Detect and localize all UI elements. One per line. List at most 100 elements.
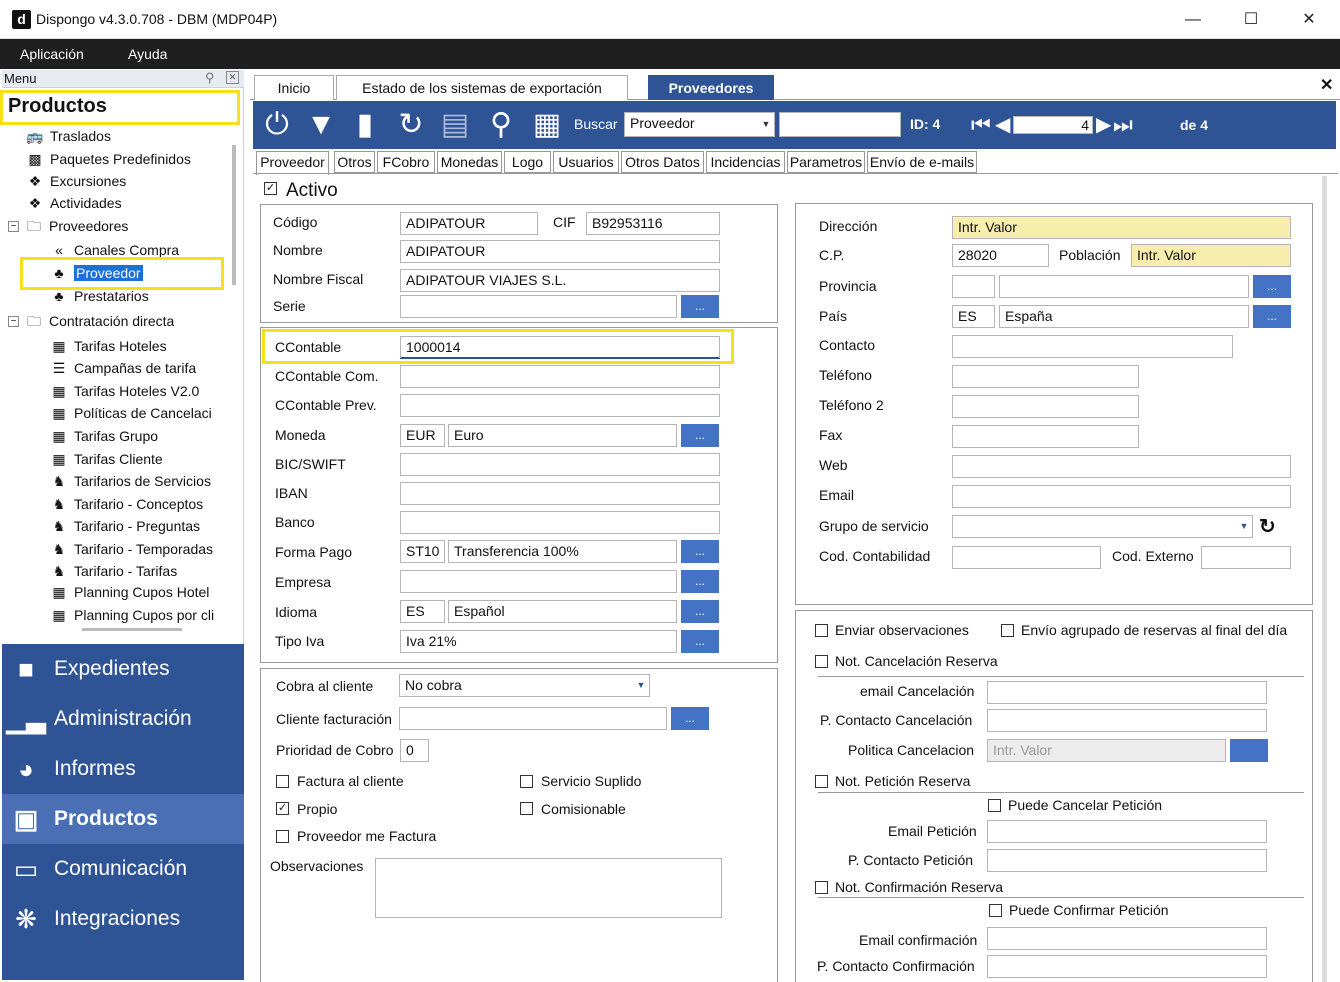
first-record-icon[interactable]: ⏮ <box>971 113 991 137</box>
tree-item-temporadas[interactable]: ♞ Tarifario - Temporadas <box>50 541 213 557</box>
maximize-icon[interactable]: ☐ <box>1236 8 1266 32</box>
subtab-otros[interactable]: Otros <box>334 151 375 173</box>
not-confirm-checkbox[interactable] <box>815 881 828 894</box>
forma-pago-lookup-button[interactable]: ... <box>681 540 719 563</box>
moneda-lookup-button[interactable]: ... <box>681 424 719 447</box>
factura-cliente-checkbox[interactable] <box>276 775 289 788</box>
banco-field[interactable] <box>400 511 720 534</box>
cp-field[interactable]: 28020 <box>952 244 1049 267</box>
serie-lookup-button[interactable]: ... <box>681 295 719 318</box>
observaciones-textarea[interactable] <box>375 858 722 918</box>
tree-item-proveedor[interactable]: ♣ Proveedor <box>50 265 143 281</box>
servicio-suplido-checkbox[interactable] <box>520 775 533 788</box>
provincia-field[interactable] <box>999 275 1249 298</box>
pais-field[interactable]: España <box>999 305 1249 328</box>
p-contacto-peticion-field[interactable] <box>987 849 1267 872</box>
tree-item-tarifas-hoteles[interactable]: ▦ Tarifas Hoteles <box>50 338 166 354</box>
proveedor-factura-checkbox[interactable] <box>276 830 289 843</box>
contacto-field[interactable] <box>952 335 1233 358</box>
cod-contab-field[interactable] <box>952 546 1101 569</box>
cobra-select[interactable]: No cobra ▼ <box>399 674 650 697</box>
politica-cancel-lookup-button[interactable] <box>1230 739 1268 762</box>
new-document-icon[interactable]: ▮ <box>347 107 383 143</box>
subtab-proveedor[interactable]: Proveedor <box>256 151 329 175</box>
not-peticion-checkbox[interactable] <box>815 775 828 788</box>
cod-externo-field[interactable] <box>1201 546 1291 569</box>
tree-item-paquetes[interactable]: ▩ Paquetes Predefinidos <box>26 151 191 167</box>
cif-field[interactable]: B92953116 <box>586 212 720 235</box>
tree-item-planning-cli[interactable]: ▦ Planning Cupos por cli <box>50 607 214 623</box>
telefono2-field[interactable] <box>952 395 1139 418</box>
forma-pago-name-field[interactable]: Transferencia 100% <box>448 540 677 563</box>
save-icon[interactable]: ▤ <box>437 107 473 143</box>
puede-confirmar-checkbox[interactable] <box>989 904 1002 917</box>
subtab-monedas[interactable]: Monedas <box>437 151 502 173</box>
trash-icon[interactable]: ▦ <box>529 107 565 143</box>
subtab-fcobro[interactable]: FCobro <box>377 151 435 173</box>
tree-item-excursiones[interactable]: ❖ Excursiones <box>26 173 127 189</box>
tree-item-tarifarios[interactable]: ♞ Tarifarios de Servicios <box>50 473 211 489</box>
tab-inicio[interactable]: Inicio <box>254 75 334 100</box>
ccontable-com-field[interactable] <box>400 365 720 388</box>
prioridad-field[interactable]: 0 <box>400 739 429 762</box>
subtab-envio-emails[interactable]: Envío de e-mails <box>867 151 977 173</box>
subtab-parametros[interactable]: Parametros <box>787 151 865 173</box>
pin-icon[interactable]: ⚲ <box>205 70 215 86</box>
refresh-icon[interactable]: ↻ <box>1259 514 1276 539</box>
p-contacto-confirm-field[interactable] <box>987 955 1267 978</box>
close-panel-icon[interactable]: ✕ <box>226 71 239 84</box>
email-field[interactable] <box>952 485 1291 508</box>
tree-item-tarifas-cliente[interactable]: ▦ Tarifas Cliente <box>50 451 162 467</box>
enviar-obs-checkbox[interactable] <box>815 624 828 637</box>
power-icon[interactable]: ⏻ <box>259 107 295 143</box>
cliente-fact-field[interactable] <box>399 707 667 730</box>
iban-field[interactable] <box>400 482 720 505</box>
buscar-select[interactable]: Proveedor ▼ <box>624 112 775 137</box>
tree-item-campanas[interactable]: ☰ Campañas de tarifa <box>50 360 196 376</box>
ccontable-field[interactable]: 1000014 <box>400 336 720 359</box>
tree-item-preguntas[interactable]: ♞ Tarifario - Preguntas <box>50 518 200 534</box>
collapse-icon[interactable]: − <box>8 315 19 327</box>
tipo-iva-field[interactable]: Iva 21% <box>400 630 677 653</box>
cliente-fact-lookup-button[interactable]: ... <box>671 707 709 730</box>
tab-proveedores[interactable]: Proveedores <box>648 75 774 100</box>
tab-estado[interactable]: Estado de los sistemas de exportación <box>336 75 628 100</box>
menu-aplicacion[interactable]: Aplicación <box>20 46 84 62</box>
puede-cancelar-checkbox[interactable] <box>988 799 1001 812</box>
moneda-code-field[interactable]: EUR <box>400 424 445 447</box>
prev-record-icon[interactable]: ◀ <box>995 113 1010 137</box>
collapse-icon[interactable]: − <box>8 220 19 232</box>
next-record-icon[interactable]: ▶ <box>1096 113 1111 137</box>
pais-code-field[interactable]: ES <box>952 305 995 328</box>
poblacion-field[interactable]: Intr. Valor <box>1131 244 1291 267</box>
activo-checkbox[interactable]: ✓ <box>264 182 277 195</box>
codigo-field[interactable]: ADIPATOUR <box>400 212 538 235</box>
tree-item-actividades[interactable]: ❖ Actividades <box>26 195 122 211</box>
grupo-select[interactable]: ▼ <box>952 515 1253 538</box>
record-input[interactable]: 4 <box>1013 116 1093 134</box>
email-cancel-field[interactable] <box>987 681 1267 704</box>
tipo-iva-lookup-button[interactable]: ... <box>681 630 719 653</box>
tree-item-canales[interactable]: « Canales Compra <box>50 242 179 258</box>
idioma-lookup-button[interactable]: ... <box>681 600 719 623</box>
empresa-lookup-button[interactable]: ... <box>681 570 719 593</box>
fax-field[interactable] <box>952 425 1139 448</box>
nombre-fiscal-field[interactable]: ADIPATOUR VIAJES S.L. <box>400 269 720 292</box>
tree-item-politicas[interactable]: ▦ Políticas de Cancelaci <box>50 405 211 421</box>
minimize-icon[interactable]: — <box>1178 8 1208 32</box>
nav-productos[interactable]: ▣ Productos <box>2 794 244 844</box>
tree-item-contratacion[interactable]: − 🗀 Contratación directa <box>8 313 174 329</box>
provincia-code-field[interactable] <box>952 275 995 298</box>
tree-scrollbar[interactable] <box>232 145 236 285</box>
nav-expedientes[interactable]: ■ Expedientes <box>2 644 244 694</box>
politica-cancel-field[interactable]: Intr. Valor <box>987 739 1226 762</box>
moneda-name-field[interactable]: Euro <box>448 424 677 447</box>
subtab-otros-datos[interactable]: Otros Datos <box>621 151 704 173</box>
forma-pago-code-field[interactable]: ST10 <box>400 540 445 563</box>
nav-administracion[interactable]: ▁▃ Administración <box>2 694 244 744</box>
ccontable-prev-field[interactable] <box>400 394 720 417</box>
subtab-incidencias[interactable]: Incidencias <box>706 151 785 173</box>
idioma-name-field[interactable]: Español <box>448 600 677 623</box>
subtab-usuarios[interactable]: Usuarios <box>553 151 619 173</box>
not-cancel-checkbox[interactable] <box>815 655 828 668</box>
